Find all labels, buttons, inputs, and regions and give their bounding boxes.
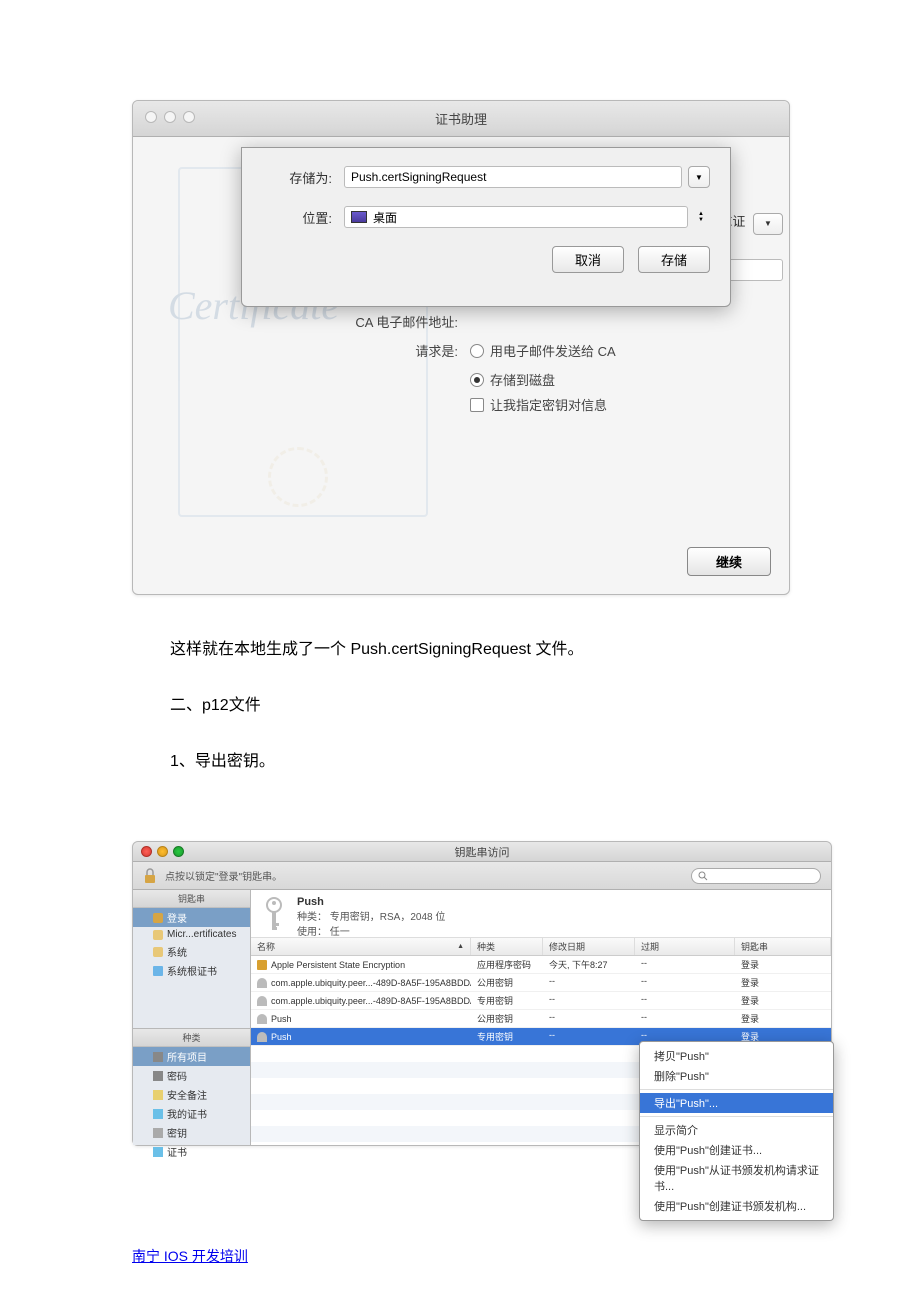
sidebar-item-notes[interactable]: 安全备注 bbox=[133, 1085, 250, 1104]
menu-export[interactable]: 导出"Push"... bbox=[640, 1093, 833, 1113]
sidebar-item-passwords[interactable]: 密码 bbox=[133, 1066, 250, 1085]
request-label: 请求是: bbox=[328, 341, 458, 360]
th-kind[interactable]: 种类 bbox=[471, 938, 543, 955]
unlock-icon bbox=[153, 913, 163, 923]
sidebar-item-system[interactable]: 系统 bbox=[133, 942, 250, 961]
sidebar-item-microsoft[interactable]: Micr...ertificates bbox=[133, 927, 250, 942]
menu-create-cert[interactable]: 使用"Push"创建证书... bbox=[640, 1140, 833, 1160]
sidebar: 钥匙串 登录 Micr...ertificates 系统 系统根证书 种类 所有… bbox=[133, 890, 251, 1145]
lock-icon bbox=[153, 947, 163, 957]
cert-assistant-window: 证书助理 Certificate 请求证 ▼ 存储为: ▼ 位置: 桌面 bbox=[132, 100, 790, 595]
search-input[interactable] bbox=[691, 868, 821, 884]
zoom-button[interactable] bbox=[183, 111, 195, 123]
search-icon bbox=[698, 871, 708, 881]
key-icon bbox=[153, 1071, 163, 1081]
sidebar-item-mycerts[interactable]: 我的证书 bbox=[133, 1104, 250, 1123]
table-row[interactable]: com.apple.ubiquity.peer...-489D-8A5F-195… bbox=[251, 974, 831, 992]
detail-pane: Push 种类： 专用密钥，RSA，2048 位 使用： 任一 bbox=[251, 890, 831, 938]
th-name[interactable]: 名称▲ bbox=[251, 938, 471, 955]
key-large-icon bbox=[261, 896, 287, 932]
table-row[interactable]: Push公用密钥----登录 bbox=[251, 1010, 831, 1028]
note-icon bbox=[153, 1090, 163, 1100]
sidebar-item-all[interactable]: 所有项目 bbox=[133, 1047, 250, 1066]
radio-email[interactable] bbox=[470, 344, 484, 358]
detail-name: Push bbox=[297, 896, 445, 908]
menu-copy[interactable]: 拷贝"Push" bbox=[640, 1046, 833, 1066]
radio-email-label: 用电子邮件发送给 CA bbox=[490, 341, 616, 360]
wrench-icon bbox=[153, 1052, 163, 1062]
context-menu: 拷贝"Push" 删除"Push" 导出"Push"... 显示简介 使用"Pu… bbox=[639, 1041, 834, 1221]
zoom-button[interactable] bbox=[173, 846, 184, 857]
table-header: 名称▲ 种类 修改日期 过期 钥匙串 bbox=[251, 938, 831, 956]
sidebar-header-keychains: 钥匙串 bbox=[133, 890, 250, 908]
close-button[interactable] bbox=[141, 846, 152, 857]
paragraph-3: 1、导出密钥。 bbox=[170, 747, 920, 771]
row-icon bbox=[257, 1032, 267, 1042]
radio-disk[interactable] bbox=[470, 373, 484, 387]
sidebar-item-keys[interactable]: 密钥 bbox=[133, 1123, 250, 1142]
paragraph-1: 这样就在本地生成了一个 Push.certSigningRequest 文件。 bbox=[170, 635, 920, 659]
save-as-label: 存储为: bbox=[262, 168, 332, 187]
th-chain[interactable]: 钥匙串 bbox=[735, 938, 831, 955]
row-icon bbox=[257, 978, 267, 988]
row-icon bbox=[257, 1014, 267, 1024]
dropdown-icon[interactable]: ▼ bbox=[753, 213, 783, 235]
menu-request-cert[interactable]: 使用"Push"从证书颁发机构请求证书... bbox=[640, 1160, 833, 1196]
stepper-icon[interactable]: ▲▼ bbox=[692, 211, 710, 223]
lock-icon[interactable] bbox=[143, 868, 157, 884]
kc-titlebar: 钥匙串访问 bbox=[133, 842, 831, 862]
key-icon bbox=[153, 1128, 163, 1138]
continue-button[interactable]: 继续 bbox=[687, 547, 771, 576]
sidebar-header-category: 种类 bbox=[133, 1029, 250, 1047]
minimize-button[interactable] bbox=[157, 846, 168, 857]
sidebar-item-systemroot[interactable]: 系统根证书 bbox=[133, 961, 250, 980]
desktop-icon bbox=[351, 211, 367, 223]
save-sheet: 存储为: ▼ 位置: 桌面 ▲▼ 取消 存储 bbox=[241, 147, 731, 307]
row-icon bbox=[257, 996, 267, 1006]
sidebar-item-login[interactable]: 登录 bbox=[133, 908, 250, 927]
detail-usage: 使用： 任一 bbox=[297, 923, 445, 938]
traffic-lights bbox=[145, 111, 195, 123]
location-select[interactable]: 桌面 bbox=[344, 206, 688, 228]
cancel-button[interactable]: 取消 bbox=[552, 246, 624, 273]
th-expire[interactable]: 过期 bbox=[635, 938, 735, 955]
close-button[interactable] bbox=[145, 111, 157, 123]
checkbox-keypair[interactable] bbox=[470, 398, 484, 412]
row-icon bbox=[257, 960, 267, 970]
table-row[interactable]: Apple Persistent State Encryption应用程序密码今… bbox=[251, 956, 831, 974]
cert-icon bbox=[153, 1109, 163, 1119]
sort-icon: ▲ bbox=[457, 943, 464, 950]
location-label: 位置: bbox=[262, 208, 332, 227]
training-link[interactable]: 南宁 IOS 开发培训 bbox=[132, 1248, 248, 1264]
table-row[interactable]: com.apple.ubiquity.peer...-489D-8A5F-195… bbox=[251, 992, 831, 1010]
keychain-window: 钥匙串访问 点按以锁定"登录"钥匙串。 钥匙串 登录 Micr...ertifi… bbox=[132, 841, 832, 1146]
checkbox-keypair-label: 让我指定密钥对信息 bbox=[490, 395, 607, 414]
paragraph-2: 二、p12文件 bbox=[170, 691, 920, 715]
footer-link: 南宁 IOS 开发培训 bbox=[132, 1246, 920, 1266]
detail-kind: 种类： 专用密钥，RSA，2048 位 bbox=[297, 908, 445, 923]
table-blank: 拷贝"Push" 删除"Push" 导出"Push"... 显示简介 使用"Pu… bbox=[251, 1046, 831, 1145]
sidebar-item-certs[interactable]: 证书 bbox=[133, 1142, 250, 1161]
lock-icon bbox=[153, 930, 163, 940]
lock-hint: 点按以锁定"登录"钥匙串。 bbox=[165, 868, 282, 883]
menu-info[interactable]: 显示简介 bbox=[640, 1120, 833, 1140]
expand-button[interactable]: ▼ bbox=[688, 166, 710, 188]
ca-email-label: CA 电子邮件地址: bbox=[328, 312, 458, 331]
minimize-button[interactable] bbox=[164, 111, 176, 123]
window-title: 证书助理 bbox=[133, 101, 789, 137]
save-as-input[interactable] bbox=[344, 166, 682, 188]
kc-toolbar: 点按以锁定"登录"钥匙串。 bbox=[133, 862, 831, 890]
menu-delete[interactable]: 删除"Push" bbox=[640, 1066, 833, 1086]
menu-create-ca[interactable]: 使用"Push"创建证书颁发机构... bbox=[640, 1196, 833, 1216]
folder-icon bbox=[153, 966, 163, 976]
th-date[interactable]: 修改日期 bbox=[543, 938, 635, 955]
radio-disk-label: 存储到磁盘 bbox=[490, 370, 555, 389]
cert-icon bbox=[153, 1147, 163, 1157]
save-button[interactable]: 存储 bbox=[638, 246, 710, 273]
